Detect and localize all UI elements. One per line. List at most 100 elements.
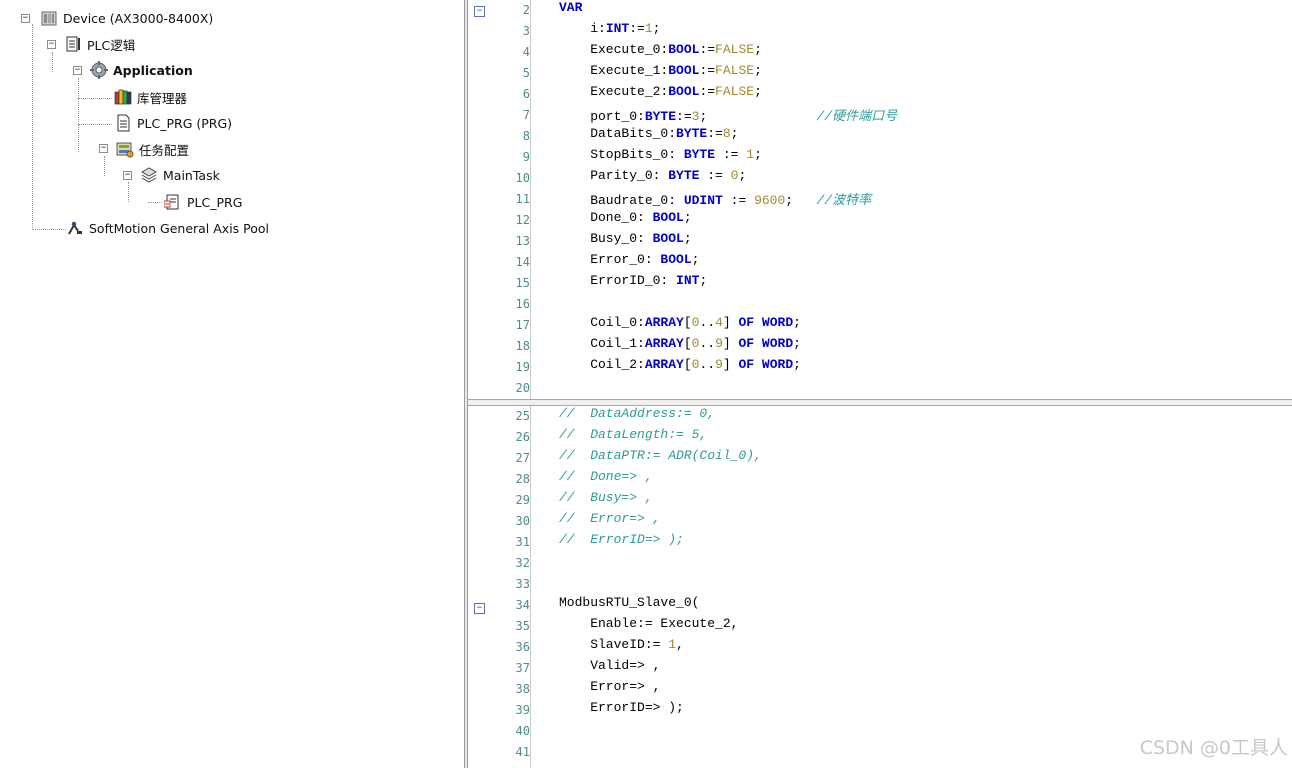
code-line[interactable]: // DataAddress:= 0, [559, 406, 715, 427]
line-number: 13 [515, 234, 530, 248]
line-number: 8 [522, 129, 530, 143]
code-line[interactable]: Busy_0: BOOL; [559, 231, 691, 252]
task-stack-icon [140, 167, 158, 183]
code-line[interactable]: port_0:BYTE:=3; //硬件端口号 [559, 105, 897, 126]
tree-label-plc-logic: PLC逻辑 [87, 37, 136, 53]
tree-node-device[interactable]: Device (AX3000-8400X) [40, 8, 213, 28]
line-number: 9 [522, 150, 530, 164]
tree-label-plc-prg: PLC_PRG (PRG) [137, 115, 233, 131]
line-number: 15 [515, 276, 530, 290]
code-line[interactable]: ErrorID=> ); [559, 700, 684, 721]
code-line[interactable]: // ErrorID=> ); [559, 532, 684, 553]
tree-node-application[interactable]: Application [90, 60, 193, 80]
device-tree-panel: − Device (AX3000-8400X) − PLC逻辑 − Applic… [0, 0, 464, 768]
code-line[interactable]: Coil_1:ARRAY[0..9] OF WORD; [559, 336, 801, 357]
line-number: 35 [515, 619, 530, 633]
code-line[interactable]: Execute_1:BOOL:=FALSE; [559, 63, 762, 84]
gutter-divider [530, 406, 531, 768]
tree-node-softmotion-pool[interactable]: SoftMotion General Axis Pool [66, 218, 269, 238]
task-config-expander[interactable]: − [99, 144, 108, 153]
line-number: 31 [515, 535, 530, 549]
code-line[interactable]: StopBits_0: BYTE := 1; [559, 147, 762, 168]
line-number: 3 [522, 24, 530, 38]
code-line[interactable]: Execute_2:BOOL:=FALSE; [559, 84, 762, 105]
plc-logic-expander[interactable]: − [47, 40, 56, 49]
code-line[interactable]: VAR [559, 0, 582, 21]
code-line[interactable]: // Error=> , [559, 511, 660, 532]
device-expander[interactable]: − [21, 14, 30, 23]
line-number: 26 [515, 430, 530, 444]
tree-label-softmotion-pool: SoftMotion General Axis Pool [89, 220, 270, 236]
library-books-icon [114, 89, 132, 105]
line-number: 4 [522, 45, 530, 59]
code-line[interactable]: i:INT:=1; [559, 21, 660, 42]
line-number: 38 [515, 682, 530, 696]
watermark: CSDN @0工具人 [1139, 737, 1288, 759]
tree-node-plc-logic[interactable]: PLC逻辑 [64, 34, 135, 54]
line-number: 5 [522, 66, 530, 80]
line-number: 18 [515, 339, 530, 353]
code-line[interactable]: // Busy=> , [559, 490, 653, 511]
line-number: 17 [515, 318, 530, 332]
code-line[interactable]: // DataPTR:= ADR(Coil_0), [559, 448, 762, 469]
code-line[interactable]: Error_0: BOOL; [559, 252, 699, 273]
code-line[interactable]: DataBits_0:BYTE:=8; [559, 126, 738, 147]
line-number: 33 [515, 577, 530, 591]
tree-node-main-task-prg[interactable]: PLC_PRG [164, 192, 242, 212]
program-file-icon [117, 114, 130, 132]
tree-node-task-config[interactable]: 任务配置 [116, 139, 189, 159]
tree-label-application: Application [113, 62, 193, 78]
gutter-divider [530, 0, 531, 399]
code-line[interactable]: ErrorID_0: INT; [559, 273, 707, 294]
main-task-expander[interactable]: − [123, 171, 132, 180]
code-line[interactable]: Coil_2:ARRAY[0..9] OF WORD; [559, 357, 801, 378]
tree-node-plc-prg[interactable]: PLC_PRG (PRG) [114, 113, 232, 133]
line-number: 30 [515, 514, 530, 528]
tree-node-main-task[interactable]: MainTask [140, 165, 220, 185]
fold-margin: − [468, 0, 490, 399]
code-line[interactable]: Done_0: BOOL; [559, 210, 691, 231]
line-number: 7 [522, 108, 530, 122]
code-line[interactable]: Valid=> , [559, 658, 660, 679]
line-number: 36 [515, 640, 530, 654]
line-number: 37 [515, 661, 530, 675]
implementation-editor[interactable]: − 25 26 27 28 29 30 31 32 33 34 35 36 37 38 39 40 41 // … [468, 406, 1292, 768]
line-number: 12 [515, 213, 530, 227]
tree-label-main-task-prg: PLC_PRG [187, 194, 243, 210]
line-number: 19 [515, 360, 530, 374]
code-line[interactable]: Baudrate_0: UDINT := 9600; //波特率 [559, 189, 871, 210]
code-line[interactable]: Execute_0:BOOL:=FALSE; [559, 42, 762, 63]
code-line[interactable]: Error=> , [559, 679, 660, 700]
code-line[interactable]: Coil_0:ARRAY[0..4] OF WORD; [559, 315, 801, 336]
fold-collapse-icon[interactable]: − [474, 6, 485, 17]
line-number: 10 [515, 171, 530, 185]
line-number: 40 [515, 724, 530, 738]
tree-label-main-task: MainTask [163, 167, 220, 183]
horizontal-splitter[interactable] [468, 399, 1292, 406]
line-number: 34 [515, 598, 530, 612]
task-config-icon [116, 142, 134, 158]
code-line[interactable]: Parity_0: BYTE := 0; [559, 168, 746, 189]
code-line[interactable]: ModbusRTU_Slave_0( [559, 595, 699, 616]
code-line[interactable]: Enable:= Execute_2, [559, 616, 738, 637]
gear-icon [90, 61, 108, 79]
plc-logic-icon [66, 36, 80, 52]
application-expander[interactable]: − [73, 66, 82, 75]
code-line[interactable]: // Done=> , [559, 469, 653, 490]
tree-node-library-manager[interactable]: 库管理器 [114, 87, 187, 107]
tree-label-task-config: 任务配置 [139, 142, 190, 158]
code-line[interactable]: // DataLength:= 5, [559, 427, 707, 448]
line-number: 29 [515, 493, 530, 507]
line-number: 11 [515, 192, 530, 206]
program-call-icon [164, 194, 179, 210]
axis-pool-icon [68, 221, 82, 235]
line-number: 28 [515, 472, 530, 486]
fold-collapse-icon[interactable]: − [474, 603, 485, 614]
declaration-editor[interactable]: − 2 3 4 5 6 7 8 9 10 11 12 13 14 15 16 17 18 19 20 VAR i:I… [468, 0, 1292, 399]
line-number: 39 [515, 703, 530, 717]
line-number: 32 [515, 556, 530, 570]
code-line[interactable]: SlaveID:= 1, [559, 637, 684, 658]
line-number: 16 [515, 297, 530, 311]
tree-label-device: Device (AX3000-8400X) [63, 10, 214, 26]
line-number: 6 [522, 87, 530, 101]
